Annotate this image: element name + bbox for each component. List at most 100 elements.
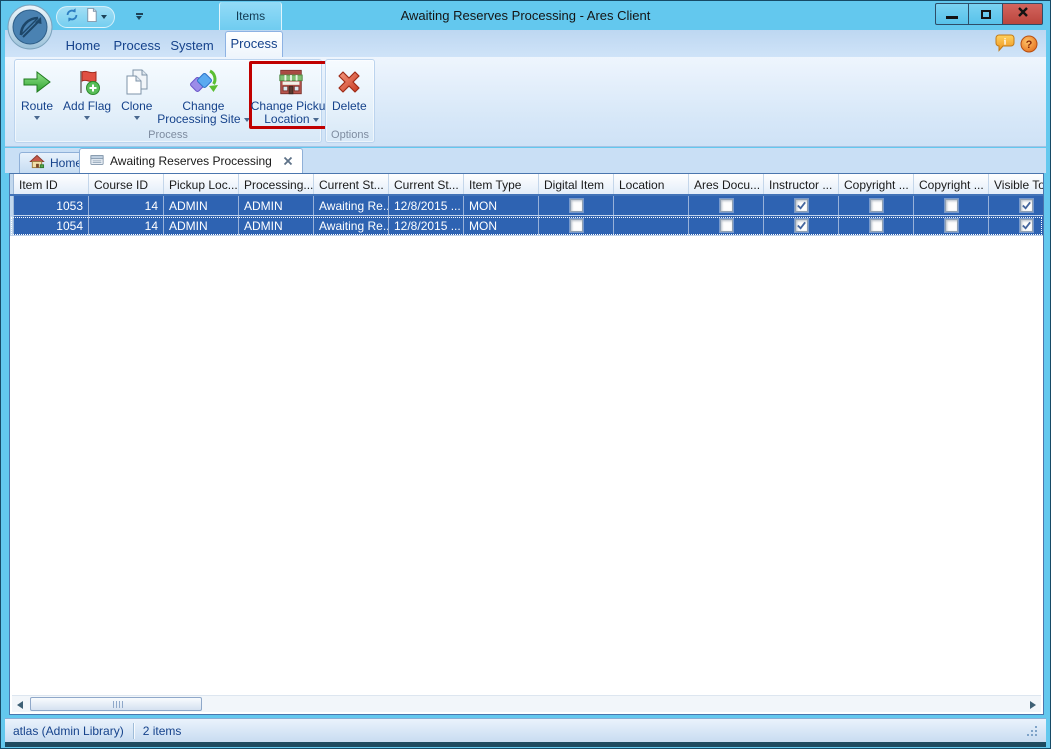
- feedback-button[interactable]: i: [995, 34, 1015, 53]
- maximize-button[interactable]: [969, 3, 1003, 25]
- grid-cell[interactable]: 14: [89, 216, 164, 235]
- grid-cell[interactable]: [614, 196, 689, 215]
- ribbon-tab-process-items[interactable]: Process: [225, 31, 283, 57]
- delete-button[interactable]: Delete: [327, 61, 372, 116]
- minimize-button[interactable]: [935, 3, 969, 25]
- grid-cell[interactable]: Awaiting Re...: [314, 216, 389, 235]
- route-arrow-icon: [22, 64, 52, 100]
- column-header-ares-docu[interactable]: Ares Docu...: [689, 174, 764, 194]
- grid-cell[interactable]: [689, 196, 764, 215]
- checkbox-checked[interactable]: [1020, 199, 1033, 212]
- grid-cell[interactable]: [914, 216, 989, 235]
- checkbox-unchecked[interactable]: [870, 199, 883, 212]
- grid-cell[interactable]: 12/8/2015 ...: [389, 216, 464, 235]
- column-header-instructor[interactable]: Instructor ...: [764, 174, 839, 194]
- grid-cell[interactable]: [614, 216, 689, 235]
- column-header-copyright[interactable]: Copyright ...: [914, 174, 989, 194]
- grid-cell[interactable]: ADMIN: [164, 196, 239, 215]
- grid-cell[interactable]: [764, 216, 839, 235]
- sync-button[interactable]: [64, 7, 80, 28]
- grid-cell[interactable]: ADMIN: [239, 216, 314, 235]
- application-menu-button[interactable]: [7, 4, 53, 50]
- ribbon-group-options: Delete Options: [325, 59, 375, 143]
- scroll-right-button[interactable]: [1025, 697, 1041, 712]
- add-flag-button-label: Add Flag: [63, 100, 111, 113]
- column-header-pickup-loc[interactable]: Pickup Loc...: [164, 174, 239, 194]
- ribbon-tab-bar: Home Process System Process i ?: [5, 30, 1046, 57]
- grid-cell[interactable]: [539, 216, 614, 235]
- help-button[interactable]: ?: [1020, 35, 1038, 53]
- checkbox-unchecked[interactable]: [870, 219, 883, 232]
- grid-cell[interactable]: Awaiting Re...: [314, 196, 389, 215]
- grid-cell[interactable]: 12/8/2015 ...: [389, 196, 464, 215]
- column-header-current-st[interactable]: Current St...: [389, 174, 464, 194]
- ribbon-tab-process[interactable]: Process: [109, 35, 165, 57]
- horizontal-scrollbar[interactable]: [12, 695, 1041, 712]
- window-title: Awaiting Reserves Processing - Ares Clie…: [301, 1, 750, 30]
- grid-cell[interactable]: [839, 216, 914, 235]
- grid-cell[interactable]: MON: [464, 216, 539, 235]
- column-header-processing[interactable]: Processing...: [239, 174, 314, 194]
- grid-cell[interactable]: [539, 196, 614, 215]
- resize-grip[interactable]: [1025, 724, 1038, 737]
- customize-quick-access-icon: [136, 13, 143, 15]
- ribbon-tab-home[interactable]: Home: [59, 35, 107, 57]
- checkbox-unchecked[interactable]: [570, 219, 583, 232]
- column-header-copyright[interactable]: Copyright ...: [839, 174, 914, 194]
- route-button-label: Route: [21, 100, 53, 113]
- checkbox-unchecked[interactable]: [945, 199, 958, 212]
- ribbon-group-process-buttons: Route Add Flag: [15, 60, 321, 129]
- grid-cell[interactable]: [689, 216, 764, 235]
- grid-row[interactable]: 105314ADMINADMINAwaiting Re...12/8/2015 …: [10, 196, 1043, 216]
- grid-cell[interactable]: [764, 196, 839, 215]
- grid-row[interactable]: 105414ADMINADMINAwaiting Re...12/8/2015 …: [10, 216, 1043, 236]
- column-header-course-id[interactable]: Course ID: [89, 174, 164, 194]
- grid-cell[interactable]: ADMIN: [239, 196, 314, 215]
- change-pickup-location-button[interactable]: Change Pickup Location: [249, 61, 333, 129]
- grid-cell[interactable]: [914, 196, 989, 215]
- checkbox-unchecked[interactable]: [720, 199, 733, 212]
- scrollbar-thumb[interactable]: [30, 697, 202, 711]
- grid-cell[interactable]: [989, 196, 1043, 215]
- status-separator: [133, 723, 134, 739]
- doc-tab-home-label: Home: [50, 156, 82, 170]
- resize-grip-icon: [1025, 724, 1038, 737]
- new-item-button[interactable]: [84, 7, 107, 28]
- checkbox-unchecked[interactable]: [945, 219, 958, 232]
- grid-cell[interactable]: MON: [464, 196, 539, 215]
- route-button[interactable]: Route: [16, 61, 58, 123]
- grid-cell[interactable]: 1054: [14, 216, 89, 235]
- scroll-left-button[interactable]: [12, 697, 28, 712]
- ares-bow-logo-icon: [7, 37, 53, 54]
- column-header-item-type[interactable]: Item Type: [464, 174, 539, 194]
- column-header-digital-item[interactable]: Digital Item: [539, 174, 614, 194]
- ribbon-body: Route Add Flag: [5, 57, 1046, 147]
- change-processing-site-button[interactable]: Change Processing Site: [157, 61, 249, 129]
- column-header-current-st[interactable]: Current St...: [314, 174, 389, 194]
- checkbox-unchecked[interactable]: [720, 219, 733, 232]
- column-header-item-id[interactable]: Item ID: [14, 174, 89, 194]
- clone-icon: [122, 64, 152, 100]
- tab-close-button[interactable]: [283, 156, 293, 166]
- grid-cell[interactable]: 1053: [14, 196, 89, 215]
- column-header-location[interactable]: Location: [614, 174, 689, 194]
- add-flag-button[interactable]: Add Flag: [58, 61, 116, 123]
- customize-quick-access-button[interactable]: [132, 9, 146, 23]
- grid-cell[interactable]: [989, 216, 1043, 235]
- dropdown-caret-icon: [84, 116, 90, 120]
- checkbox-checked[interactable]: [795, 219, 808, 232]
- doc-tab-awaiting-reserves-processing[interactable]: Awaiting Reserves Processing: [79, 148, 303, 173]
- checkbox-checked[interactable]: [1020, 219, 1033, 232]
- quick-access-toolbar: [56, 6, 115, 28]
- column-header-visible-to[interactable]: Visible To: [989, 174, 1043, 194]
- clone-button[interactable]: Clone: [116, 61, 157, 123]
- window-bottom-frame: [5, 742, 1046, 747]
- document-tab-strip: Home Awaiting Reserves Processing: [5, 148, 1046, 173]
- grid-cell[interactable]: ADMIN: [164, 216, 239, 235]
- grid-cell[interactable]: 14: [89, 196, 164, 215]
- checkbox-unchecked[interactable]: [570, 199, 583, 212]
- grid-cell[interactable]: [839, 196, 914, 215]
- close-button[interactable]: [1003, 3, 1043, 25]
- ribbon-tab-system[interactable]: System: [165, 35, 219, 57]
- checkbox-checked[interactable]: [795, 199, 808, 212]
